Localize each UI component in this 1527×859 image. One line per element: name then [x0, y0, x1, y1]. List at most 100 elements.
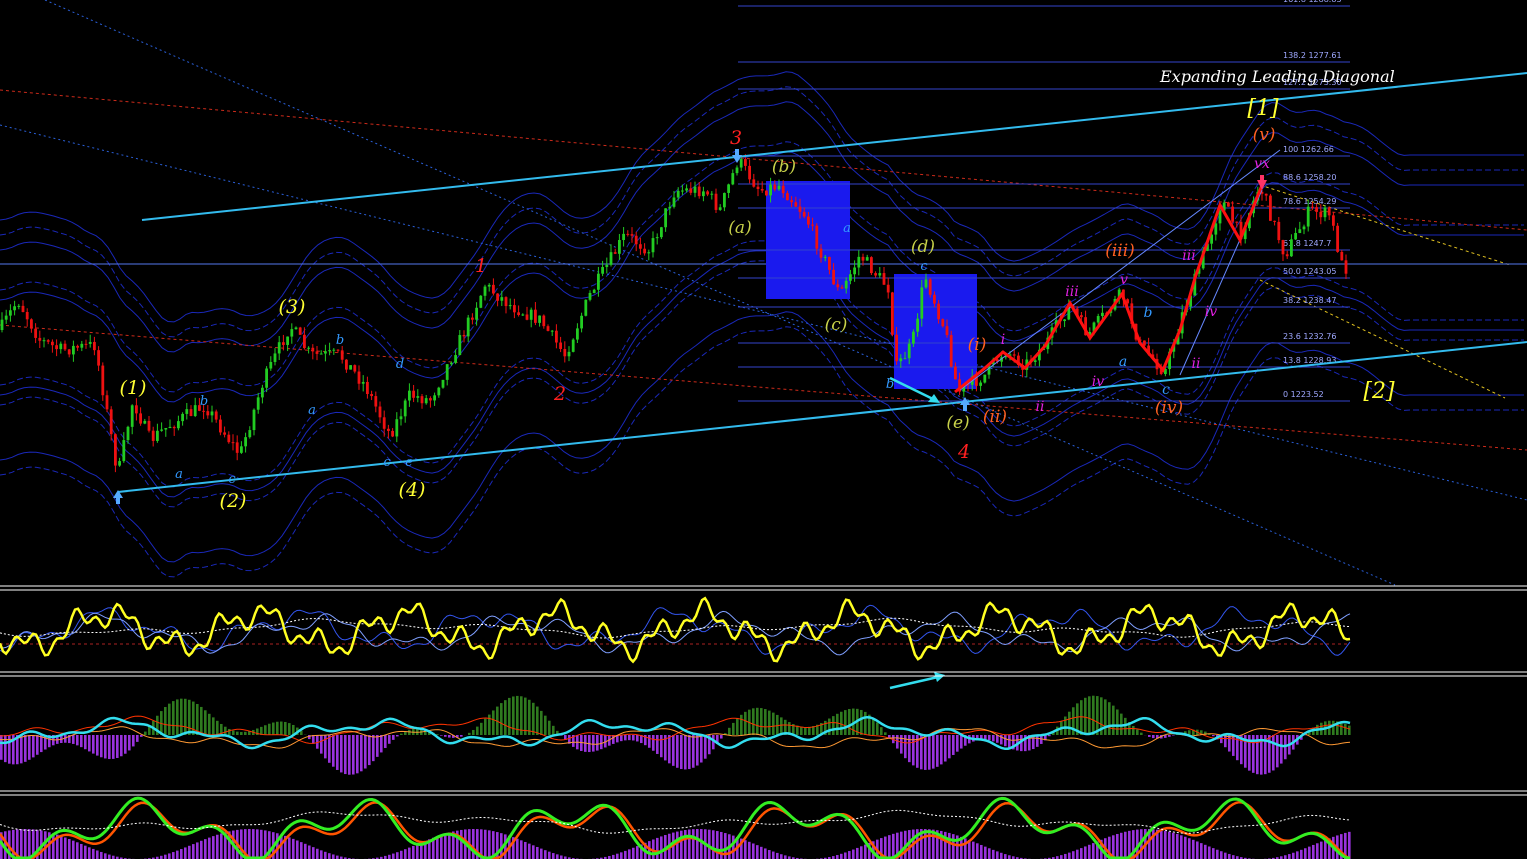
macd-histogram-bar	[332, 735, 335, 767]
candle-body	[605, 264, 609, 268]
candle-body	[773, 184, 777, 190]
wave-label: i	[1001, 332, 1005, 348]
candle-body	[882, 273, 886, 285]
stoch-histogram-bar	[312, 847, 315, 859]
stoch-histogram-bar	[680, 830, 683, 859]
candle-body	[550, 330, 554, 332]
candle-body	[521, 314, 525, 316]
candle-body	[874, 273, 877, 276]
macd-histogram-bar	[72, 735, 75, 744]
candle-body	[416, 396, 420, 398]
candle-body	[475, 307, 478, 320]
candle-body	[546, 326, 550, 331]
wave-label: (3)	[279, 296, 306, 318]
candle-body	[630, 234, 634, 236]
wave-label: (i)	[968, 335, 987, 355]
stoch-histogram-bar	[688, 829, 691, 859]
macd-histogram-bar	[336, 735, 339, 770]
stoch-histogram-bar	[840, 853, 843, 859]
candle-body	[1277, 221, 1281, 241]
candle-body	[458, 335, 462, 356]
macd-histogram-bar	[624, 735, 627, 741]
macd-histogram-bar	[860, 709, 863, 735]
macd-histogram-bar	[688, 735, 691, 770]
candle-body	[424, 398, 428, 404]
stoch-histogram-bar	[888, 835, 891, 859]
candle-body	[105, 395, 109, 410]
stoch-histogram-bar	[1060, 855, 1063, 859]
macd-histogram-bar	[536, 706, 539, 735]
candle-body	[340, 350, 344, 360]
candle-body	[500, 297, 504, 301]
macd-histogram-bar	[444, 735, 447, 737]
macd-histogram-bar	[1068, 711, 1071, 735]
stoch-histogram-bar	[336, 855, 339, 859]
macd-histogram-bar	[744, 711, 747, 735]
candle-body	[786, 193, 789, 201]
wave-label: 3	[730, 127, 742, 149]
macd-histogram-bar	[996, 735, 999, 743]
macd-histogram-bar	[1236, 735, 1239, 761]
macd-histogram-bar	[1276, 735, 1279, 768]
candle-body	[559, 342, 562, 349]
stoch-histogram-bar	[1116, 833, 1119, 859]
macd-histogram-bar	[600, 735, 603, 750]
wave-label: a	[175, 467, 183, 482]
candle-body	[513, 305, 516, 313]
candle-body	[1214, 223, 1218, 235]
macd-histogram-bar	[836, 713, 839, 735]
candle-body	[928, 279, 932, 295]
candle-body	[72, 345, 75, 355]
candle-body	[1340, 251, 1344, 261]
wave-label: iv	[1205, 304, 1217, 320]
macd-histogram-bar	[1112, 705, 1115, 735]
candle-body	[151, 430, 155, 441]
stoch-histogram-bar	[1200, 843, 1203, 859]
candle-body	[979, 382, 982, 386]
candle-body	[685, 188, 688, 191]
wave-label: c	[920, 259, 928, 274]
wave-label: c	[383, 455, 391, 470]
wave-label: (a)	[728, 218, 751, 238]
wave-label: a	[843, 221, 851, 236]
macd-histogram-bar	[648, 735, 651, 748]
macd-histogram-bar	[240, 732, 243, 735]
stoch-histogram-bar	[484, 829, 487, 859]
macd-histogram-bar	[468, 732, 471, 735]
candle-body	[412, 390, 415, 398]
stoch-histogram-bar	[100, 851, 103, 859]
wave-label: (c)	[825, 315, 848, 335]
candle-body	[202, 410, 205, 412]
stoch-histogram-bar	[108, 854, 111, 859]
elliott-wave-chart: 161.8 1288.83138.2 1277.61127.2 1273.301…	[0, 0, 1527, 859]
candle-body	[802, 211, 806, 217]
candle-body	[408, 390, 411, 401]
stoch-histogram-bar	[188, 845, 191, 859]
candle-body	[315, 351, 319, 354]
macd-histogram-bar	[848, 708, 851, 735]
macd-histogram-bar	[312, 735, 315, 744]
candle-body	[1311, 206, 1314, 208]
macd-histogram-bar	[804, 726, 807, 735]
stoch-histogram-bar	[1224, 852, 1227, 859]
stoch-histogram-bar	[988, 848, 991, 859]
candle-body	[891, 292, 894, 335]
stoch-histogram-bar	[616, 853, 619, 859]
candle-body	[832, 269, 835, 285]
candle-body	[534, 309, 537, 323]
candle-body	[517, 312, 520, 316]
candle-body	[1290, 239, 1293, 257]
candle-body	[156, 430, 159, 441]
candle-body	[168, 426, 172, 428]
macd-histogram-bar	[528, 699, 531, 735]
candle-body	[857, 256, 861, 268]
candle-body	[185, 409, 189, 414]
stoch-histogram-bar	[204, 839, 207, 859]
candle-body	[895, 334, 898, 362]
macd-histogram-bar	[920, 735, 923, 770]
stoch-histogram-bar	[324, 851, 327, 859]
candle-body	[84, 343, 88, 345]
stoch-histogram-bar	[924, 829, 927, 859]
stoch-histogram-bar	[1324, 839, 1327, 859]
macd-histogram-bar	[832, 716, 835, 735]
